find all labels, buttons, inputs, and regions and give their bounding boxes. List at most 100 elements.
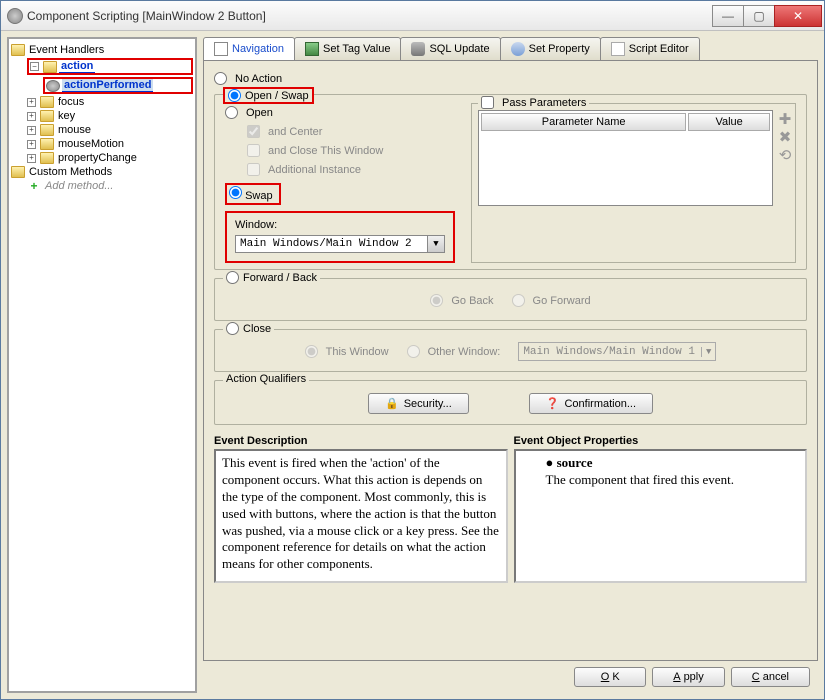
expand-icon[interactable]: + xyxy=(27,112,36,121)
chk-and-center-input xyxy=(247,125,260,138)
window-body: Event Handlers −action actionPerformed +… xyxy=(1,31,824,699)
chk-and-center: and Center xyxy=(247,122,455,141)
radio-open-swap-input[interactable] xyxy=(228,89,241,102)
chk-additional-instance: Additional Instance xyxy=(247,160,455,179)
group-open-swap: Open / Swap Open and Center and Close Th… xyxy=(214,94,807,270)
window-combo[interactable]: ▼ xyxy=(235,235,445,253)
event-properties-header: Event Object Properties xyxy=(514,433,808,449)
gear-icon xyxy=(46,80,60,92)
event-description-box[interactable]: This event is fired when the 'action' of… xyxy=(214,449,508,583)
close-button[interactable]: ✕ xyxy=(774,5,822,27)
maximize-button[interactable]: ▢ xyxy=(743,5,775,27)
folder-icon xyxy=(11,166,25,178)
group-pass-parameters: Pass Parameters Parameter Name Value xyxy=(471,103,796,263)
radio-go-forward: Go Forward xyxy=(512,291,591,310)
ok-button[interactable]: OK xyxy=(574,667,646,687)
titlebar: Component Scripting [MainWindow 2 Button… xyxy=(1,1,824,31)
cancel-button[interactable]: Cancel xyxy=(731,667,810,687)
add-icon[interactable]: ✚ xyxy=(777,112,793,128)
tree-key[interactable]: +key xyxy=(27,110,193,122)
folder-icon xyxy=(40,96,54,108)
folder-icon xyxy=(40,138,54,150)
radio-close[interactable]: Close xyxy=(223,322,274,335)
tag-icon xyxy=(305,42,319,56)
tab-sql-update[interactable]: SQL Update xyxy=(400,37,500,60)
expand-icon[interactable]: + xyxy=(27,98,36,107)
radio-go-back-input xyxy=(430,294,443,307)
app-icon xyxy=(7,8,23,24)
group-forward-back: Forward / Back Go Back Go Forward xyxy=(214,278,807,321)
tab-content: No Action Open / Swap Open and Center an… xyxy=(203,60,818,661)
parameter-table: Parameter Name Value xyxy=(478,110,773,206)
confirmation-button[interactable]: ❓ Confirmation... xyxy=(529,393,653,414)
confirm-icon: ❓ xyxy=(546,397,560,410)
chk-and-close-input xyxy=(247,144,260,157)
nav-icon xyxy=(214,42,228,56)
chk-pass-parameters-input[interactable] xyxy=(481,96,494,109)
tree-event-handlers[interactable]: Event Handlers xyxy=(11,44,193,56)
folder-icon xyxy=(40,124,54,136)
chevron-down-icon[interactable]: ▼ xyxy=(427,236,444,252)
radio-open[interactable]: Open xyxy=(225,103,455,122)
radio-forward-back[interactable]: Forward / Back xyxy=(223,271,320,284)
bottom-section: Event Description This event is fired wh… xyxy=(214,433,807,583)
chk-additional-instance-input xyxy=(247,163,260,176)
security-button[interactable]: 🔒 Security... xyxy=(368,393,469,414)
action-qualifiers-label: Action Qualifiers xyxy=(223,373,309,385)
radio-swap-input[interactable] xyxy=(229,186,242,199)
window-buttons: — ▢ ✕ xyxy=(713,5,824,27)
table-row xyxy=(481,133,770,203)
event-properties-box[interactable]: source The component that fired this eve… xyxy=(514,449,808,583)
collapse-icon[interactable]: − xyxy=(30,62,39,71)
event-description-header: Event Description xyxy=(214,433,508,449)
radio-no-action[interactable]: No Action xyxy=(214,69,807,88)
radio-other-window-input xyxy=(407,345,420,358)
tree-action[interactable]: −action xyxy=(27,58,193,75)
tab-bar: Navigation Set Tag Value SQL Update Set … xyxy=(203,37,818,60)
event-properties-panel: Event Object Properties source The compo… xyxy=(514,433,808,583)
window-title: Component Scripting [MainWindow 2 Button… xyxy=(27,9,713,23)
minimize-button[interactable]: — xyxy=(712,5,744,27)
radio-close-input[interactable] xyxy=(226,322,239,335)
script-icon xyxy=(611,42,625,56)
open-swap-left: Open and Center and Close This Window Ad… xyxy=(225,103,455,263)
folder-icon xyxy=(40,110,54,122)
tree-add-method[interactable]: +Add method... xyxy=(27,180,193,192)
radio-open-input[interactable] xyxy=(225,106,238,119)
radio-this-window: This Window xyxy=(305,342,389,361)
radio-swap[interactable]: Swap xyxy=(225,183,281,205)
footer-bar: OK Apply Cancel xyxy=(203,661,818,693)
tree-custom-methods[interactable]: Custom Methods xyxy=(11,166,193,178)
sql-icon xyxy=(411,42,425,56)
delete-icon[interactable]: ✖ xyxy=(777,130,793,146)
tree-panel[interactable]: Event Handlers −action actionPerformed +… xyxy=(7,37,197,693)
expand-icon[interactable]: + xyxy=(27,140,36,149)
radio-this-window-input xyxy=(305,345,318,358)
param-side-buttons: ✚ ✖ ⟲ xyxy=(777,112,793,164)
tab-navigation[interactable]: Navigation xyxy=(203,37,295,60)
tree-focus[interactable]: +focus xyxy=(27,96,193,108)
tab-set-property[interactable]: Set Property xyxy=(500,37,601,60)
tree-actionperformed[interactable]: actionPerformed xyxy=(43,77,193,94)
tree-mouse[interactable]: +mouse xyxy=(27,124,193,136)
other-window-combo: Main Windows/Main Window 1 ▼ xyxy=(518,342,716,361)
tree-mousemotion[interactable]: +mouseMotion xyxy=(27,138,193,150)
radio-no-action-input[interactable] xyxy=(214,72,227,85)
lock-icon: 🔒 xyxy=(385,397,399,410)
expand-icon[interactable]: + xyxy=(27,126,36,135)
radio-forward-back-input[interactable] xyxy=(226,271,239,284)
source-property-name: source xyxy=(546,455,593,470)
tree-propertychange[interactable]: +propertyChange xyxy=(27,152,193,164)
chk-and-close: and Close This Window xyxy=(247,141,455,160)
link-icon[interactable]: ⟲ xyxy=(777,148,793,164)
chk-pass-parameters[interactable]: Pass Parameters xyxy=(478,96,589,109)
radio-other-window: Other Window: xyxy=(407,342,501,361)
window-combo-input[interactable] xyxy=(236,236,427,252)
plus-icon: + xyxy=(27,180,41,192)
expand-icon[interactable]: + xyxy=(27,154,36,163)
radio-open-swap[interactable]: Open / Swap xyxy=(223,87,314,104)
tab-set-tag[interactable]: Set Tag Value xyxy=(294,37,401,60)
tab-script-editor[interactable]: Script Editor xyxy=(600,37,700,60)
col-value: Value xyxy=(688,113,770,131)
apply-button[interactable]: Apply xyxy=(652,667,725,687)
